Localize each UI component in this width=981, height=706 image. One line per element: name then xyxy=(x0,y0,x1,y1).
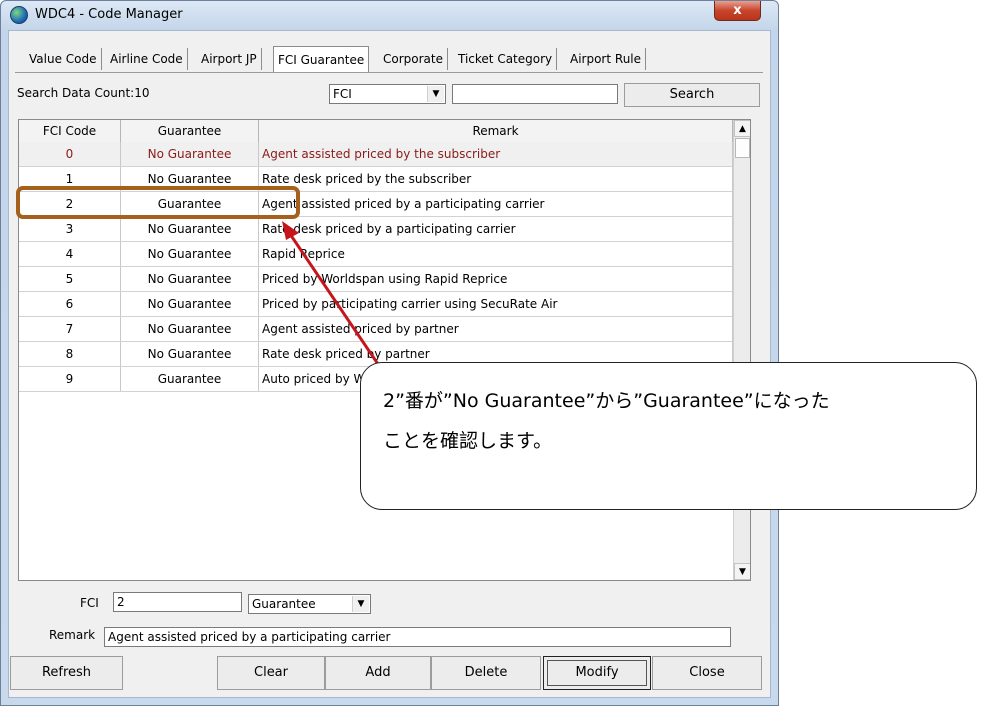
row-guarantee: No Guarantee xyxy=(121,267,259,291)
row-guarantee: No Guarantee xyxy=(121,292,259,316)
row-fci-code: 4 xyxy=(19,242,121,266)
tab-ticket-category[interactable]: Ticket Category xyxy=(454,48,558,70)
row-guarantee: No Guarantee xyxy=(121,317,259,341)
close-window-button[interactable]: x xyxy=(714,1,761,21)
row-fci-code: 9 xyxy=(19,367,121,391)
search-field-value: FCI xyxy=(333,87,352,101)
callout-line-2: ことを確認します。 xyxy=(383,430,553,452)
guarantee-select[interactable]: Guarantee ▼ xyxy=(248,594,371,614)
fci-label: FCI xyxy=(80,596,99,610)
scroll-up-icon[interactable]: ▲ xyxy=(734,120,750,137)
row-guarantee: No Guarantee xyxy=(121,142,259,166)
table-row[interactable]: 3 No Guarantee Rate desk priced by a par… xyxy=(19,217,733,242)
delete-button[interactable]: Delete xyxy=(431,656,541,690)
tab-value-code[interactable]: Value Code xyxy=(25,48,102,70)
row-fci-code: 3 xyxy=(19,217,121,241)
tab-fci-guarantee[interactable]: FCI Guarantee xyxy=(273,46,370,72)
window-title: WDC4 - Code Manager xyxy=(35,7,183,22)
table-row[interactable]: 4 No Guarantee Rapid Reprice xyxy=(19,242,733,267)
tab-divider xyxy=(15,72,763,73)
tab-airport-jp[interactable]: Airport JP xyxy=(197,48,262,70)
row-guarantee: No Guarantee xyxy=(121,217,259,241)
table-row[interactable]: 5 No Guarantee Priced by Worldspan using… xyxy=(19,267,733,292)
row-guarantee: No Guarantee xyxy=(121,342,259,366)
add-button[interactable]: Add xyxy=(325,656,431,690)
search-input[interactable] xyxy=(452,84,618,104)
row-fci-code: 8 xyxy=(19,342,121,366)
table-row[interactable]: 6 No Guarantee Priced by participating c… xyxy=(19,292,733,317)
remark-label: Remark xyxy=(49,628,96,642)
close-button[interactable]: Close xyxy=(652,656,762,690)
modify-button[interactable]: Modify xyxy=(543,656,651,690)
grid-header: FCI Code Guarantee Remark xyxy=(19,120,733,143)
column-header-fci-code[interactable]: FCI Code xyxy=(19,120,121,142)
globe-icon xyxy=(10,6,28,24)
search-button[interactable]: Search xyxy=(624,83,760,107)
row-fci-code: 0 xyxy=(19,142,121,166)
row-remark: Priced by Worldspan using Rapid Reprice xyxy=(259,267,733,291)
row-remark: Rate desk priced by the subscriber xyxy=(259,167,733,191)
guarantee-select-value: Guarantee xyxy=(252,597,316,611)
callout-text: 2”番が”No Guarantee”から”Guarantee”になった ことを確… xyxy=(383,381,973,461)
row-fci-code: 7 xyxy=(19,317,121,341)
tab-airline-code[interactable]: Airline Code xyxy=(106,48,188,70)
row-fci-code: 5 xyxy=(19,267,121,291)
scroll-down-icon[interactable]: ▼ xyxy=(734,563,750,580)
row-guarantee: No Guarantee xyxy=(121,242,259,266)
tab-airport-rule[interactable]: Airport Rule xyxy=(566,48,647,70)
scrollbar-thumb[interactable] xyxy=(735,138,750,158)
row-highlight-box xyxy=(16,186,300,219)
chevron-down-icon[interactable]: ▼ xyxy=(352,596,369,612)
row-remark: Rapid Reprice xyxy=(259,242,733,266)
remark-input[interactable]: Agent assisted priced by a participating… xyxy=(104,627,731,647)
table-row[interactable]: 7 No Guarantee Agent assisted priced by … xyxy=(19,317,733,342)
annotation-callout: 2”番が”No Guarantee”から”Guarantee”になった ことを確… xyxy=(360,362,977,510)
title-bar[interactable]: WDC4 - Code Manager xyxy=(1,1,778,29)
row-remark: Rate desk priced by a participating carr… xyxy=(259,217,733,241)
fci-input[interactable]: 2 xyxy=(113,592,242,612)
search-count-label: Search Data Count:10 xyxy=(17,86,150,100)
column-header-guarantee[interactable]: Guarantee xyxy=(121,120,259,142)
row-fci-code: 6 xyxy=(19,292,121,316)
tab-corporate[interactable]: Corporate xyxy=(379,48,448,70)
row-remark: Agent assisted priced by the subscriber xyxy=(259,142,733,166)
vertical-scrollbar[interactable]: ▲ ▼ xyxy=(733,120,750,580)
row-remark: Priced by participating carrier using Se… xyxy=(259,292,733,316)
search-field-select[interactable]: FCI ▼ xyxy=(329,84,446,104)
row-remark: Agent assisted priced by partner xyxy=(259,317,733,341)
row-guarantee: Guarantee xyxy=(121,367,259,391)
clear-button[interactable]: Clear xyxy=(217,656,325,690)
chevron-down-icon[interactable]: ▼ xyxy=(427,86,444,102)
callout-line-1: 2”番が”No Guarantee”から”Guarantee”になった xyxy=(383,390,830,412)
table-row[interactable]: 0 No Guarantee Agent assisted priced by … xyxy=(19,142,733,167)
refresh-button[interactable]: Refresh xyxy=(10,656,123,690)
column-header-remark[interactable]: Remark xyxy=(259,120,733,142)
row-remark: Agent assisted priced by a participating… xyxy=(259,192,733,216)
